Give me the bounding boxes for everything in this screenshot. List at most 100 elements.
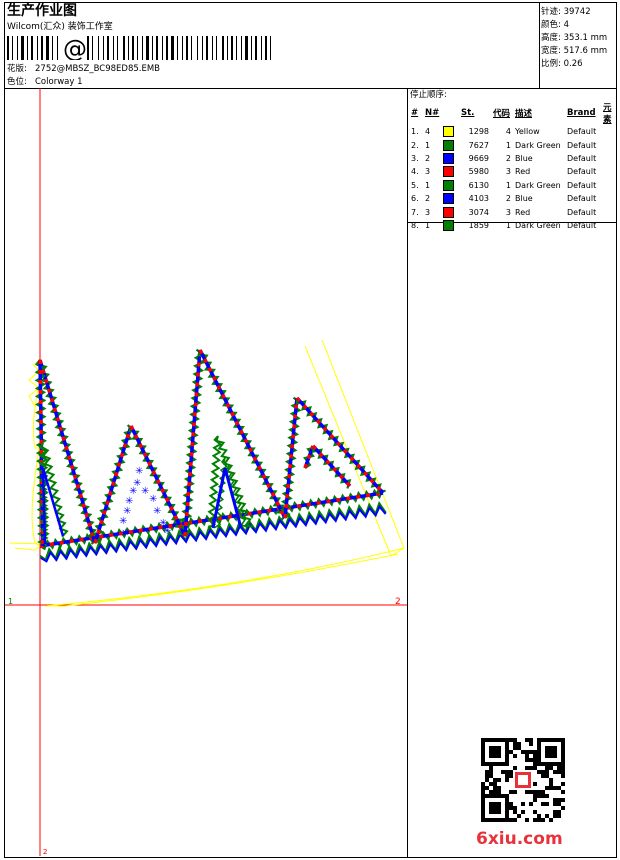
color-swatch — [443, 152, 455, 164]
row-index: 1. — [411, 127, 419, 137]
color-swatch — [443, 193, 455, 205]
stats-divider — [539, 2, 540, 88]
colorway-label: 色位: — [7, 77, 27, 87]
design-label: 花版: — [7, 64, 27, 74]
row-description: Dark Green — [515, 180, 561, 190]
origin-label: 1 — [8, 597, 13, 606]
stop-sequence-heading: 停止顺序: — [410, 90, 447, 100]
embroidery-design: ✳✳✳ ✳✳ ✳✳ ✳✳ ✳✳ ✳ — [34, 348, 387, 563]
panel-divider — [407, 88, 408, 858]
row-index: 2. — [411, 140, 419, 150]
design-filename: 2752@MBSZ_BC98ED85.EMB — [35, 64, 161, 74]
row-needle: 2 — [423, 152, 459, 165]
row-stitches: 9669 — [468, 153, 489, 163]
col-brand: Brand — [567, 108, 596, 118]
design-canvas[interactable]: 1 2 2 ✳✳✳ ✳✳ ✳✳ ✳✳ ✳✳ ✳ — [5, 88, 407, 856]
row-brand: Default — [567, 180, 597, 190]
color-swatch — [443, 139, 455, 151]
svg-text:✳: ✳ — [163, 526, 171, 537]
svg-text:✳: ✳ — [121, 528, 129, 539]
row-needle: 3 — [423, 205, 459, 218]
stat-width: 宽度: 517.6 mm — [541, 46, 608, 56]
stop-row: 1. 4 1298 4 Yellow Default — [409, 125, 620, 138]
stat-stitches: 针迹: 39742 — [541, 7, 591, 17]
col-stitches: St. — [461, 108, 475, 118]
row-code: 3 — [505, 167, 511, 177]
row-description: Yellow — [515, 127, 540, 137]
color-swatch — [443, 219, 455, 231]
row-brand: Default — [567, 220, 597, 230]
row-needle: 3 — [423, 165, 459, 178]
row-element — [601, 125, 620, 138]
row-element — [601, 165, 620, 178]
stop-row: 6. 2 4103 2 Blue Default — [409, 192, 620, 205]
row-index: 7. — [411, 207, 419, 217]
col-description: 描述 — [515, 109, 533, 119]
yellow-guide-outline — [9, 339, 405, 607]
row-brand: Default — [567, 207, 597, 217]
col-element: 元素 — [603, 103, 612, 125]
row-code: 1 — [505, 140, 511, 150]
col-code: 代码 — [493, 109, 511, 119]
row-brand: Default — [567, 194, 597, 204]
col-index: # — [411, 108, 419, 118]
stop-row: 8. 1 1859 1 Dark Green Default — [409, 219, 620, 232]
stop-row: 4. 3 5980 3 Red Default — [409, 165, 620, 178]
studio-subtitle: Wilcom(汇众) 装饰工作室 — [7, 22, 113, 32]
barcode: @ — [7, 36, 271, 60]
stop-row: 7. 3 3074 3 Red Default — [409, 205, 620, 218]
row-needle: 1 — [423, 179, 459, 192]
stop-sequence-table: # N# St. 代码 描述 Brand 元素 1. 4 1298 4 Yellow De… — [409, 101, 620, 232]
svg-text:✳: ✳ — [135, 466, 143, 477]
page-title: 生产作业图 — [7, 3, 77, 19]
color-swatch — [443, 166, 455, 178]
svg-text:@: @ — [63, 36, 87, 60]
row-element — [601, 205, 620, 218]
row-element — [601, 179, 620, 192]
row-element — [601, 152, 620, 165]
row-stitches: 4103 — [468, 194, 489, 204]
color-swatch — [443, 206, 455, 218]
colorway-value: Colorway 1 — [35, 77, 83, 87]
row-description: Dark Green — [515, 140, 561, 150]
y-end-label: 2 — [43, 848, 47, 856]
row-code: 3 — [505, 207, 511, 217]
color-swatch — [443, 126, 455, 138]
svg-text:✳: ✳ — [119, 516, 127, 527]
row-code: 1 — [505, 220, 511, 230]
row-stitches: 5980 — [468, 167, 489, 177]
stop-row: 5. 1 6130 1 Dark Green Default — [409, 179, 620, 192]
qr-code — [481, 738, 565, 822]
stop-row: 3. 2 9669 2 Blue Default — [409, 152, 620, 165]
row-needle: 2 — [423, 192, 459, 205]
svg-text:✳: ✳ — [153, 506, 161, 517]
row-index: 8. — [411, 220, 419, 230]
stat-height: 高度: 353.1 mm — [541, 33, 608, 43]
stat-scale: 比例: 0.26 — [541, 59, 583, 69]
row-description: Red — [515, 167, 531, 177]
row-description: Blue — [515, 153, 533, 163]
x-end-label: 2 — [395, 597, 401, 607]
stop-row: 2. 1 7627 1 Dark Green Default — [409, 138, 620, 151]
svg-text:✳: ✳ — [149, 494, 157, 505]
row-index: 6. — [411, 194, 419, 204]
row-brand: Default — [567, 167, 597, 177]
row-stitches: 3074 — [468, 207, 489, 217]
row-stitches: 7627 — [468, 140, 489, 150]
row-stitches: 1859 — [468, 220, 489, 230]
row-needle: 1 — [423, 138, 459, 151]
row-brand: Default — [567, 140, 597, 150]
row-brand: Default — [567, 127, 597, 137]
row-needle: 1 — [423, 219, 459, 232]
row-description: Blue — [515, 194, 533, 204]
stat-colors: 颜色: 4 — [541, 20, 569, 30]
row-code: 2 — [505, 153, 511, 163]
row-stitches: 1298 — [468, 127, 489, 137]
row-index: 5. — [411, 180, 419, 190]
row-description: Red — [515, 207, 531, 217]
row-element — [601, 192, 620, 205]
col-needle: N# — [425, 108, 440, 118]
row-needle: 4 — [423, 125, 459, 138]
row-code: 2 — [505, 194, 511, 204]
row-code: 4 — [505, 127, 511, 137]
